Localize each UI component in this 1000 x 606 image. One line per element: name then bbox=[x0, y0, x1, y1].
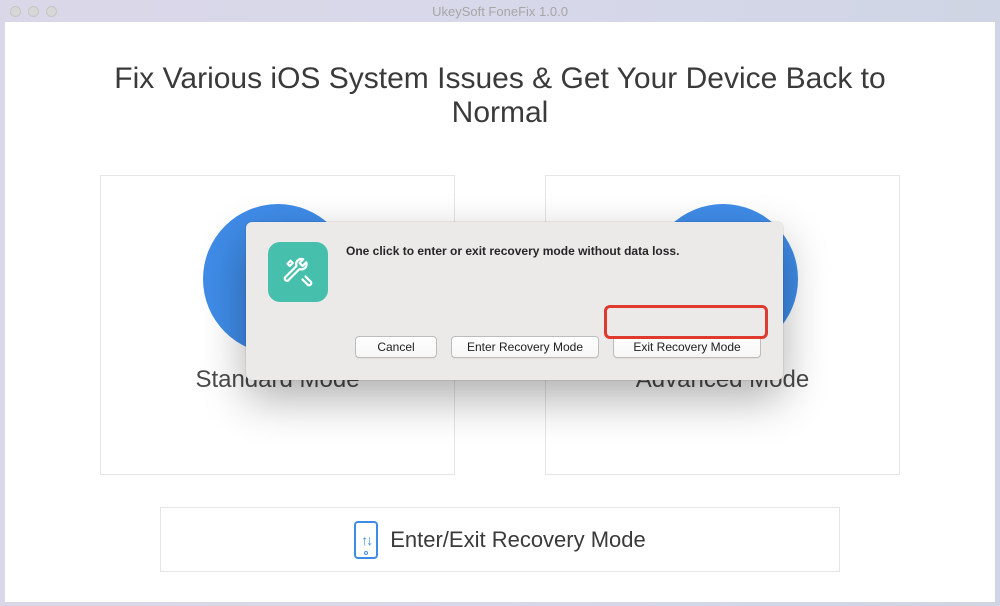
recovery-mode-label: Enter/Exit Recovery Mode bbox=[390, 527, 646, 553]
traffic-zoom-icon[interactable] bbox=[46, 6, 57, 17]
phone-arrows-icon: ↑↓ bbox=[354, 521, 378, 559]
tools-icon bbox=[268, 242, 328, 302]
dialog-button-row: Cancel Enter Recovery Mode Exit Recovery… bbox=[268, 336, 761, 358]
exit-recovery-button[interactable]: Exit Recovery Mode bbox=[613, 336, 761, 358]
window-body: Fix Various iOS System Issues & Get Your… bbox=[5, 22, 995, 602]
dialog-message: One click to enter or exit recovery mode… bbox=[346, 244, 679, 258]
page-headline: Fix Various iOS System Issues & Get Your… bbox=[95, 62, 905, 130]
cancel-button[interactable]: Cancel bbox=[355, 336, 437, 358]
traffic-close-icon[interactable] bbox=[10, 6, 21, 17]
recovery-dialog: One click to enter or exit recovery mode… bbox=[246, 222, 783, 380]
enter-recovery-button[interactable]: Enter Recovery Mode bbox=[451, 336, 599, 358]
traffic-minimize-icon[interactable] bbox=[28, 6, 39, 17]
window-titlebar: UkeySoft FoneFix 1.0.0 bbox=[0, 0, 1000, 22]
traffic-lights bbox=[10, 6, 57, 17]
window-title: UkeySoft FoneFix 1.0.0 bbox=[0, 4, 1000, 19]
recovery-mode-bar[interactable]: ↑↓ Enter/Exit Recovery Mode bbox=[160, 507, 840, 572]
annotation-highlight bbox=[604, 305, 768, 339]
